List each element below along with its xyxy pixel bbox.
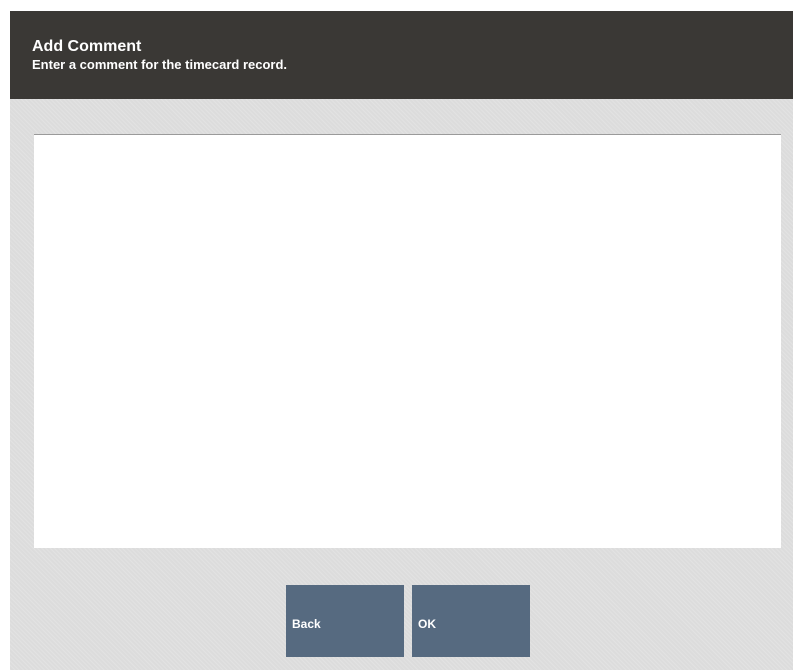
ok-button[interactable]: OK	[412, 585, 530, 657]
add-comment-dialog: Add Comment Enter a comment for the time…	[10, 11, 793, 670]
dialog-header: Add Comment Enter a comment for the time…	[10, 11, 793, 99]
back-button[interactable]: Back	[286, 585, 404, 657]
ok-button-label: OK	[418, 617, 436, 631]
dialog-instructions: Enter a comment for the timecard record.	[32, 57, 288, 72]
back-button-label: Back	[292, 617, 321, 631]
comment-input[interactable]	[34, 134, 781, 548]
dialog-title: Add Comment	[32, 38, 142, 55]
